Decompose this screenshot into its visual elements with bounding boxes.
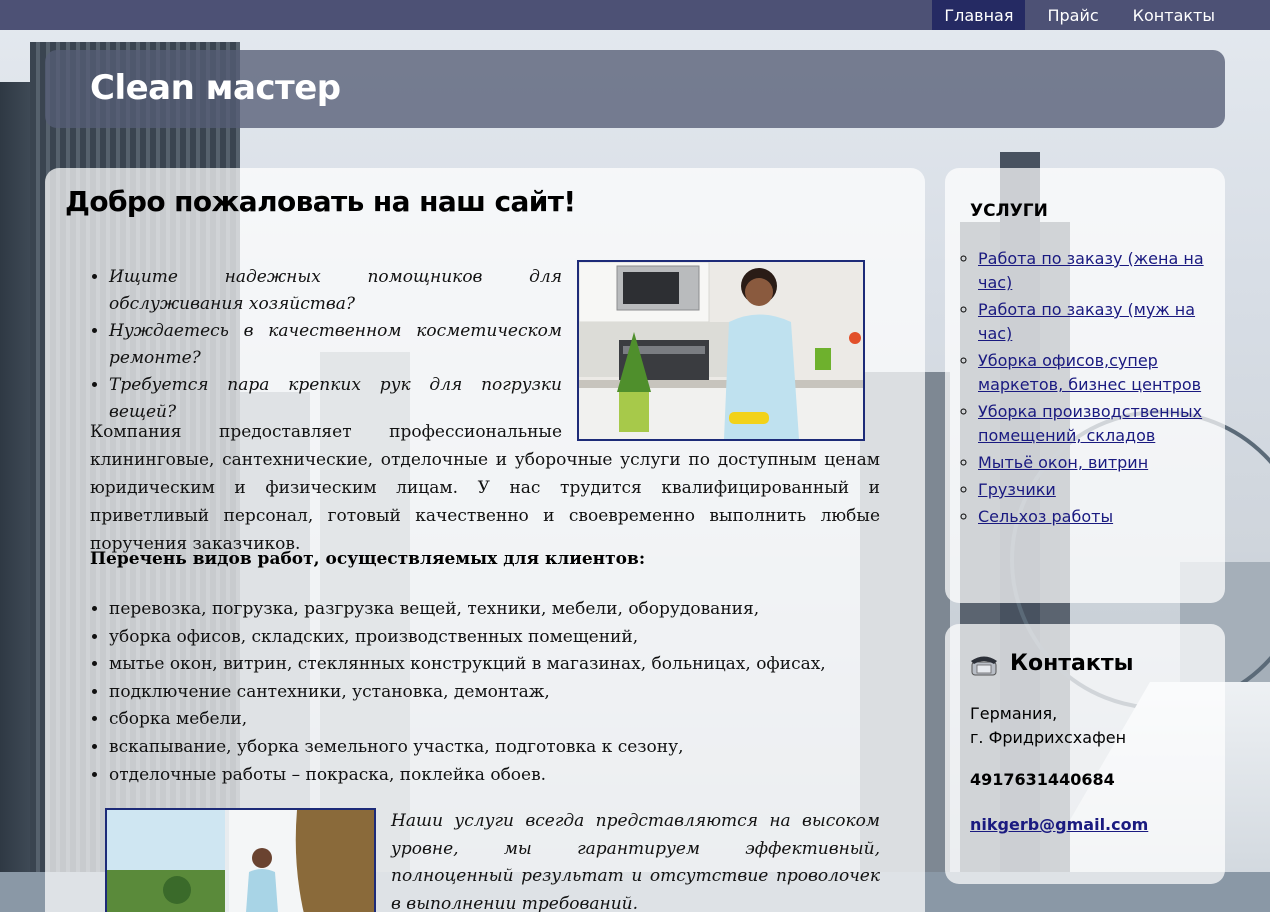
list-item: Работа по заказу (жена на час) bbox=[978, 247, 1218, 295]
contacts-title: Контакты bbox=[1010, 651, 1134, 676]
site-title: Clean мастер bbox=[90, 68, 341, 108]
works-list: перевозка, погрузка, разгрузка вещей, те… bbox=[109, 596, 826, 789]
cleaning-woman-photo bbox=[577, 260, 865, 441]
top-navigation-bar: Главная Прайс Контакты bbox=[0, 0, 1270, 30]
service-link[interactable]: Работа по заказу (жена на час) bbox=[978, 249, 1204, 292]
list-item: Ищите надежных помощников для обслуживан… bbox=[109, 264, 562, 318]
list-item: Мытьё окон, витрин bbox=[978, 451, 1218, 475]
services-list: Работа по заказу (жена на час) Работа по… bbox=[978, 247, 1218, 532]
list-item: Нуждаетесь в качественном косметическом … bbox=[109, 318, 562, 372]
list-item: сборка мебели, bbox=[109, 706, 826, 734]
address: Германия, г. Фридрихсхафен bbox=[970, 702, 1126, 750]
intro-paragraph: Компания предоставляет профессиональные … bbox=[90, 418, 880, 558]
list-item: Уборка офисов,супер маркетов, бизнес цен… bbox=[978, 349, 1218, 397]
list-item: уборка офисов, складских, производственн… bbox=[109, 624, 826, 652]
nav-contacts-link[interactable]: Контакты bbox=[1121, 0, 1227, 30]
service-link[interactable]: Мытьё окон, витрин bbox=[978, 453, 1148, 472]
page-title: Добро пожаловать на наш сайт! bbox=[65, 185, 576, 218]
list-item: отделочные работы – покраска, поклейка о… bbox=[109, 762, 826, 790]
list-item: мытье окон, витрин, стеклянных конструкц… bbox=[109, 651, 826, 679]
services-title: УСЛУГИ bbox=[970, 201, 1048, 221]
nav-home-link[interactable]: Главная bbox=[932, 0, 1026, 30]
list-item: Работа по заказу (муж на час) bbox=[978, 298, 1218, 346]
list-item: подключение сантехники, установка, демон… bbox=[109, 679, 826, 707]
nav-price-link[interactable]: Прайс bbox=[1035, 0, 1110, 30]
service-link[interactable]: Работа по заказу (муж на час) bbox=[978, 300, 1195, 343]
telephone-icon bbox=[971, 656, 997, 676]
closing-paragraph: Наши услуги всегда представляются на выс… bbox=[391, 811, 880, 912]
phone-number: 4917631440684 bbox=[970, 770, 1115, 789]
list-item: Сельхоз работы bbox=[978, 505, 1218, 529]
maid-window-photo bbox=[105, 808, 376, 912]
list-item: вскапывание, уборка земельного участка, … bbox=[109, 734, 826, 762]
contacts-panel: Контакты Германия, г. Фридрихсхафен 4917… bbox=[945, 624, 1225, 884]
address-city: г. Фридрихсхафен bbox=[970, 728, 1127, 747]
main-menu: Главная Прайс Контакты bbox=[922, 0, 1227, 30]
services-panel: УСЛУГИ Работа по заказу (жена на час) Ра… bbox=[945, 168, 1225, 603]
service-link[interactable]: Уборка производственных помещений, склад… bbox=[978, 402, 1202, 445]
list-item: Грузчики bbox=[978, 478, 1218, 502]
address-country: Германия, bbox=[970, 704, 1058, 723]
main-content: Добро пожаловать на наш сайт! Ищите наде… bbox=[45, 168, 925, 912]
service-link[interactable]: Уборка офисов,супер маркетов, бизнес цен… bbox=[978, 351, 1201, 394]
services-heading: Перечень видов работ, осуществляемых для… bbox=[90, 549, 646, 569]
questions-list: Ищите надежных помощников для обслуживан… bbox=[109, 264, 562, 426]
service-link[interactable]: Грузчики bbox=[978, 480, 1056, 499]
email-link[interactable]: nikgerb@gmail.com bbox=[970, 815, 1148, 834]
service-link[interactable]: Сельхоз работы bbox=[978, 507, 1113, 526]
list-item: Уборка производственных помещений, склад… bbox=[978, 400, 1218, 448]
list-item: перевозка, погрузка, разгрузка вещей, те… bbox=[109, 596, 826, 624]
site-header: Clean мастер bbox=[45, 50, 1225, 128]
